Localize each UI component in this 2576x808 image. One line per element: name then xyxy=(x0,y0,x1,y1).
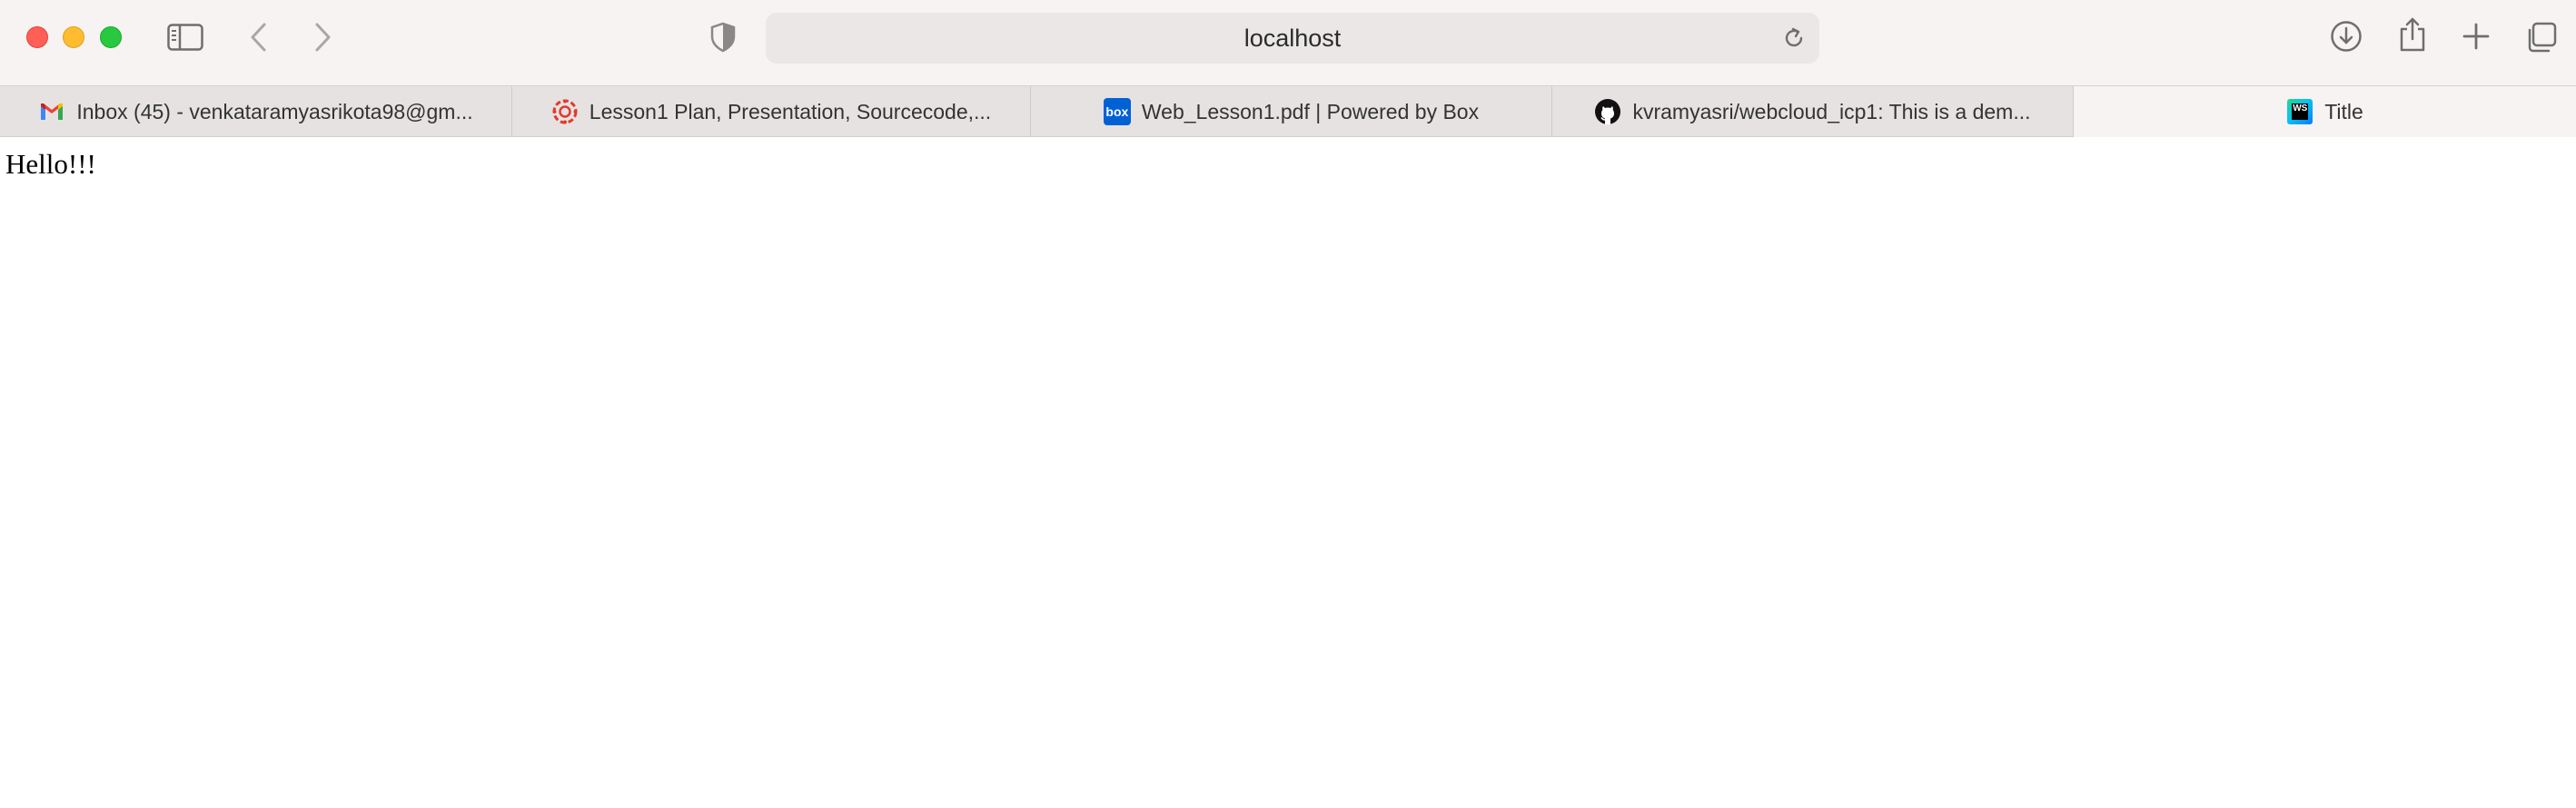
share-icon[interactable] xyxy=(2397,16,2428,53)
address-text[interactable]: localhost xyxy=(766,13,1819,64)
plus-icon[interactable] xyxy=(2462,22,2491,51)
tab-box-pdf[interactable]: box Web_Lesson1.pdf | Powered by Box xyxy=(1031,86,1552,137)
minimize-window-button[interactable] xyxy=(63,26,84,48)
webstorm-icon: WS xyxy=(2286,98,2313,125)
browser-toolbar: localhost xyxy=(0,0,2576,85)
gmail-icon xyxy=(38,98,65,125)
page-content: Hello!!! xyxy=(0,137,2576,808)
reload-icon[interactable] xyxy=(1781,25,1807,55)
canvas-icon xyxy=(551,98,579,125)
tab-label: Lesson1 Plan, Presentation, Sourcecode,.… xyxy=(589,99,992,123)
github-icon xyxy=(1594,98,1621,125)
tab-overview-icon[interactable] xyxy=(2525,21,2558,54)
chevron-left-icon[interactable] xyxy=(249,22,269,53)
tab-lesson1-plan[interactable]: Lesson1 Plan, Presentation, Sourcecode,.… xyxy=(512,86,1031,137)
box-icon: box xyxy=(1103,98,1131,125)
tab-title-active[interactable]: WS Title xyxy=(2074,86,2576,137)
tab-bar: Inbox (45) - venkataramyasrikota98@gm...… xyxy=(0,85,2576,137)
chevron-right-icon[interactable] xyxy=(312,22,332,53)
tab-github-repo[interactable]: kvramyasri/webcloud_icp1: This is a dem.… xyxy=(1552,86,2074,137)
page-text: Hello!!! xyxy=(5,148,96,180)
close-window-button[interactable] xyxy=(26,26,48,48)
tab-label: Title xyxy=(2324,99,2363,123)
shield-icon[interactable] xyxy=(709,22,737,53)
tab-label: Web_Lesson1.pdf | Powered by Box xyxy=(1141,99,1480,123)
address-bar[interactable]: localhost xyxy=(766,13,1819,64)
tab-label: Inbox (45) - venkataramyasrikota98@gm... xyxy=(76,99,473,123)
download-icon[interactable] xyxy=(2330,20,2363,53)
tab-label: kvramyasri/webcloud_icp1: This is a dem.… xyxy=(1632,99,2031,123)
tab-gmail-inbox[interactable]: Inbox (45) - venkataramyasrikota98@gm... xyxy=(0,86,512,137)
sidebar-icon[interactable] xyxy=(167,24,203,51)
zoom-window-button[interactable] xyxy=(100,26,122,48)
